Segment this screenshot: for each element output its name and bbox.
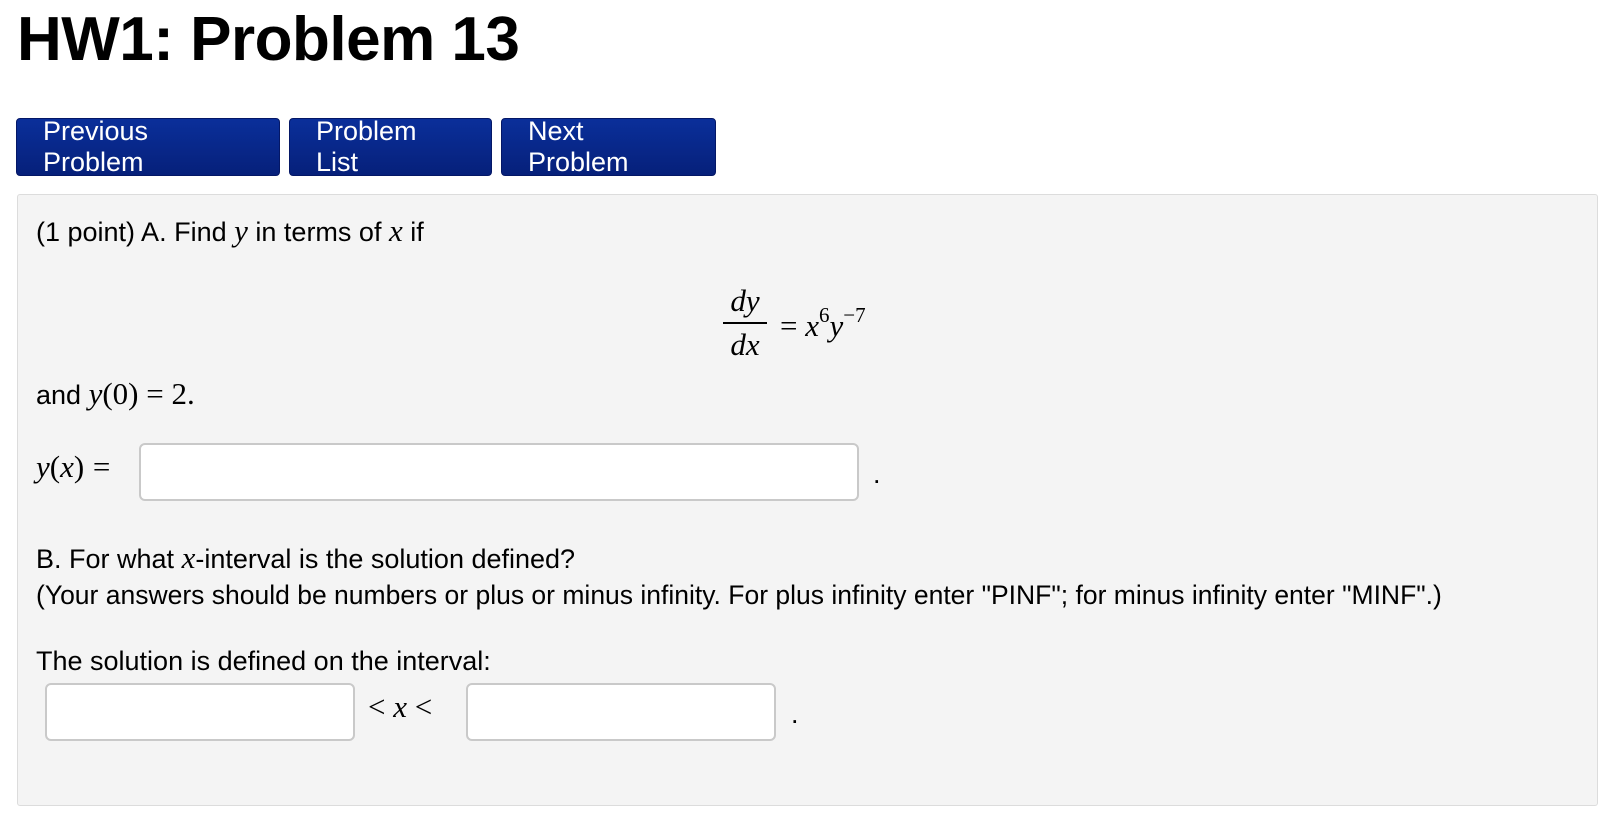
part-b-instructions: (Your answers should be numbers or plus … xyxy=(36,580,1442,610)
question-var: x xyxy=(181,540,196,575)
question-suffix: -interval is the solution defined? xyxy=(195,544,576,574)
condition-prefix: and xyxy=(36,380,82,410)
fraction-numerator: dy xyxy=(730,283,760,318)
y-exponent: −7 xyxy=(843,303,866,327)
previous-problem-button[interactable]: Previous Problem xyxy=(16,116,280,177)
y-of-x-answer-input[interactable] xyxy=(139,443,859,501)
equals-sign: = xyxy=(780,308,798,343)
question-prefix: B. For what xyxy=(36,544,175,574)
var-y: y xyxy=(234,213,248,248)
page-title: HW1: Problem 13 xyxy=(17,5,520,74)
fraction-bar xyxy=(723,322,767,324)
fraction-denominator: dx xyxy=(730,327,760,362)
problem-navigation: Previous Problem Problem List Next Probl… xyxy=(16,116,716,177)
x-exponent: 6 xyxy=(819,303,830,327)
answer-a-label: y(x) = xyxy=(36,449,111,484)
var-x: x xyxy=(388,213,403,248)
answer-a-period: . xyxy=(873,459,881,489)
intro-suffix: if xyxy=(410,217,424,247)
y-base: y xyxy=(829,308,844,343)
equation-rhs: = x6y−7 xyxy=(780,303,866,344)
interval-inequality: < x < xyxy=(368,689,432,725)
inequality-lt-2: < xyxy=(414,689,433,724)
problem-panel: (1 point) A. Find y in terms of x if dy … xyxy=(17,194,1598,806)
inequality-var: x xyxy=(393,689,407,724)
next-problem-button[interactable]: Next Problem xyxy=(501,116,716,177)
interval-period: . xyxy=(791,699,799,729)
part-a-intro: (1 point) A. Find y in terms of x if xyxy=(36,213,424,249)
interval-upper-input[interactable] xyxy=(466,683,776,741)
answer-label-equals: = xyxy=(92,449,111,484)
intro-mid: in terms of xyxy=(255,217,382,247)
answer-label-fn: y xyxy=(36,449,50,484)
answer-label-arg: x xyxy=(60,449,74,484)
inequality-lt-1: < xyxy=(368,689,386,724)
interval-lower-input[interactable] xyxy=(45,683,355,741)
condition-fn: y xyxy=(88,376,103,411)
initial-condition: and y(0) = 2. xyxy=(36,376,195,412)
condition-value: (0) = 2. xyxy=(102,376,195,411)
intro-prefix: (1 point) A. Find xyxy=(36,217,227,247)
derivative-fraction: dy dx xyxy=(723,283,767,363)
x-base: x xyxy=(805,308,819,343)
problem-list-button[interactable]: Problem List xyxy=(289,116,492,177)
interval-label: The solution is defined on the interval: xyxy=(36,646,491,676)
part-b-question: B. For what x-interval is the solution d… xyxy=(36,540,575,576)
